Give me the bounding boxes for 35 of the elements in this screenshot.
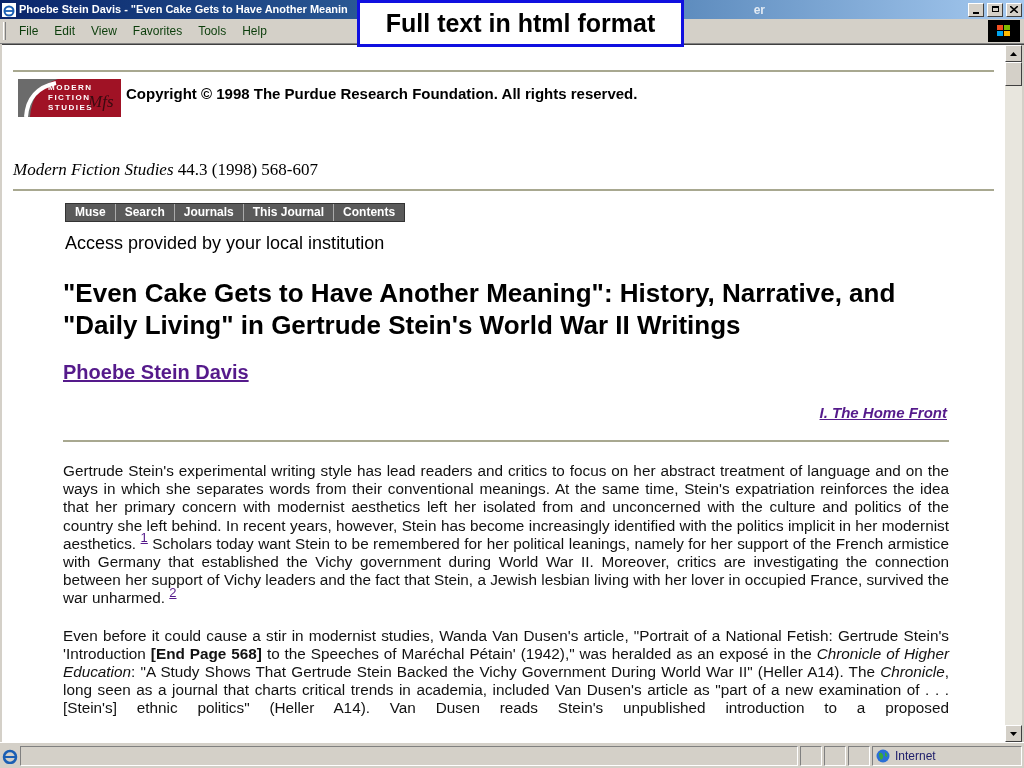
body-paragraph: Even before it could cause a stir in modernist studies, Wanda Van Dusen's article, "Portrait of a National Fetish: Gertrude Stein's 'Introduction [End Page 568] to the Speeches of Maréchal Pétain' (1942)," was heralded as an exposé in the Chronicle of Higher Education: "A Study Shows That Gertrude Stein Backed the Vichy Government During World War II" (Heller A14). The Chronicle, long seen as a journal that charts critical trends in academia, included Van Dusen's article as "part of a new examination of . . . [Stein's] ethnic politics" (Heller A14). Van Dusen reads Stein's unpublished introduction to a proposed (63, 626, 949, 718)
security-zone: Internet (895, 747, 936, 765)
browser-icon (2, 747, 18, 764)
nav-button[interactable]: This Journal (242, 203, 334, 221)
menu-item[interactable]: Edit (47, 22, 83, 40)
nav-button[interactable]: Search (114, 203, 174, 221)
close-icon (1010, 6, 1018, 13)
caret-up-icon[interactable] (1010, 51, 1017, 56)
menu-item[interactable]: File (12, 22, 46, 40)
nav-button[interactable]: Muse (66, 203, 115, 221)
menu-item[interactable]: View (84, 22, 124, 40)
copyright-notice: Copyright © 1998 The Purdue Research Foundation. All rights reserved. (126, 84, 638, 104)
browser-icon (2, 2, 16, 17)
windows-logo-icon (988, 20, 1020, 42)
nav-button[interactable]: Journals (173, 203, 243, 221)
restore-button[interactable] (987, 2, 1003, 17)
nav-button[interactable]: Contents (333, 203, 405, 221)
article-title: "Even Cake Gets to Have Another Meaning": History, Narrative, and "Daily Living" in Gertrude Stein's World War II Writings (63, 276, 897, 341)
caret-down-icon[interactable] (1010, 731, 1017, 736)
minimize-button[interactable] (968, 2, 984, 17)
caption-label: Full text in html format (357, 0, 684, 47)
close-button[interactable] (1006, 2, 1022, 17)
globe-icon (876, 748, 890, 763)
access-notice: Access provided by your local institution (65, 231, 386, 255)
menu-item[interactable]: Favorites (125, 22, 190, 40)
menu-item[interactable]: Help (235, 22, 274, 40)
body-paragraph: Gertrude Stein's experimental writing style has lead readers and critics to focus on her abstract treatment of language and on the ways in which she separates words from their conventional meanings. At the same time, Stein's expatriation reinforces the idea that her primary concern with modernist aesthetics left her isolated from and unconcerned with the culture and politics of the country she left behind. In recent years, however, Stein has become increasingly identified with the politics implicit in her modernist aesthetics. $^{1}$ Scholars today want Stein to be remembered for her political leanings, namely for her support of the French armistice with Germany that established the Vichy government during World War II. Moreover, critics are investigating the connection between her support of Vichy leaders and the fact that Stein, a Jewish lesbian living with her lover in occupied France, survived the war unharmed. $^{2}$ (63, 462, 949, 608)
window-title: er (753, 1, 765, 19)
journal-logo: MODERN FICTION STUDIESMfs (18, 79, 121, 117)
author-link[interactable]: Phoebe Stein Davis (63, 356, 249, 387)
citation: Modern Fiction Studies 44.3 (1998) 568-607 (13, 159, 319, 181)
section-link[interactable]: I. The Home Front (819, 401, 947, 424)
window-title: Phoebe Stein Davis - "Even Cake Gets to Have Another Meanin (19, 2, 348, 18)
menu-item[interactable]: Tools (191, 22, 234, 40)
scroll-thumb[interactable] (1005, 62, 1022, 86)
